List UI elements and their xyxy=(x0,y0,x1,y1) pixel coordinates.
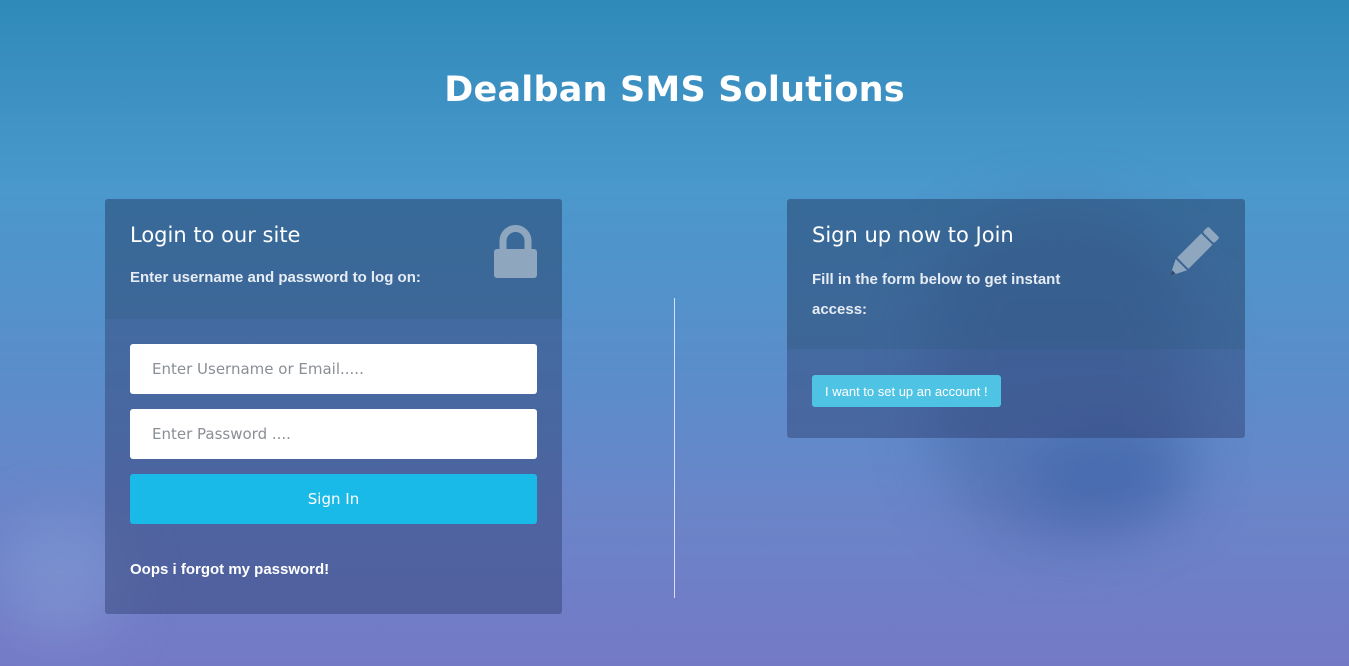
signup-heading: Sign up now to Join xyxy=(812,223,1014,247)
setup-account-button[interactable]: I want to set up an account ! xyxy=(812,375,1001,407)
signup-panel: Sign up now to Join Fill in the form bel… xyxy=(787,199,1245,438)
site-title: Dealban SMS Solutions xyxy=(444,70,905,110)
signup-action: I want to set up an account ! xyxy=(787,349,1245,438)
pencil-icon xyxy=(1163,225,1221,288)
lock-icon xyxy=(493,225,538,284)
signup-panel-header: Sign up now to Join Fill in the form bel… xyxy=(787,199,1245,349)
password-input[interactable] xyxy=(130,409,537,459)
signup-subheading: Fill in the form below to get instant ac… xyxy=(812,271,1061,318)
sign-in-button[interactable]: Sign In xyxy=(130,474,537,524)
forgot-password-link[interactable]: Oops i forgot my password! xyxy=(130,561,329,578)
username-input[interactable] xyxy=(130,344,537,394)
background-blur xyxy=(1030,440,1190,520)
login-form: Sign In Oops i forgot my password! xyxy=(105,319,562,614)
login-panel: Login to our site Enter username and pas… xyxy=(105,199,562,614)
login-subheading: Enter username and password to log on: xyxy=(130,269,421,286)
vertical-divider xyxy=(674,298,675,598)
background-blur xyxy=(0,520,120,640)
login-panel-header: Login to our site Enter username and pas… xyxy=(105,199,562,319)
login-heading: Login to our site xyxy=(130,223,301,247)
